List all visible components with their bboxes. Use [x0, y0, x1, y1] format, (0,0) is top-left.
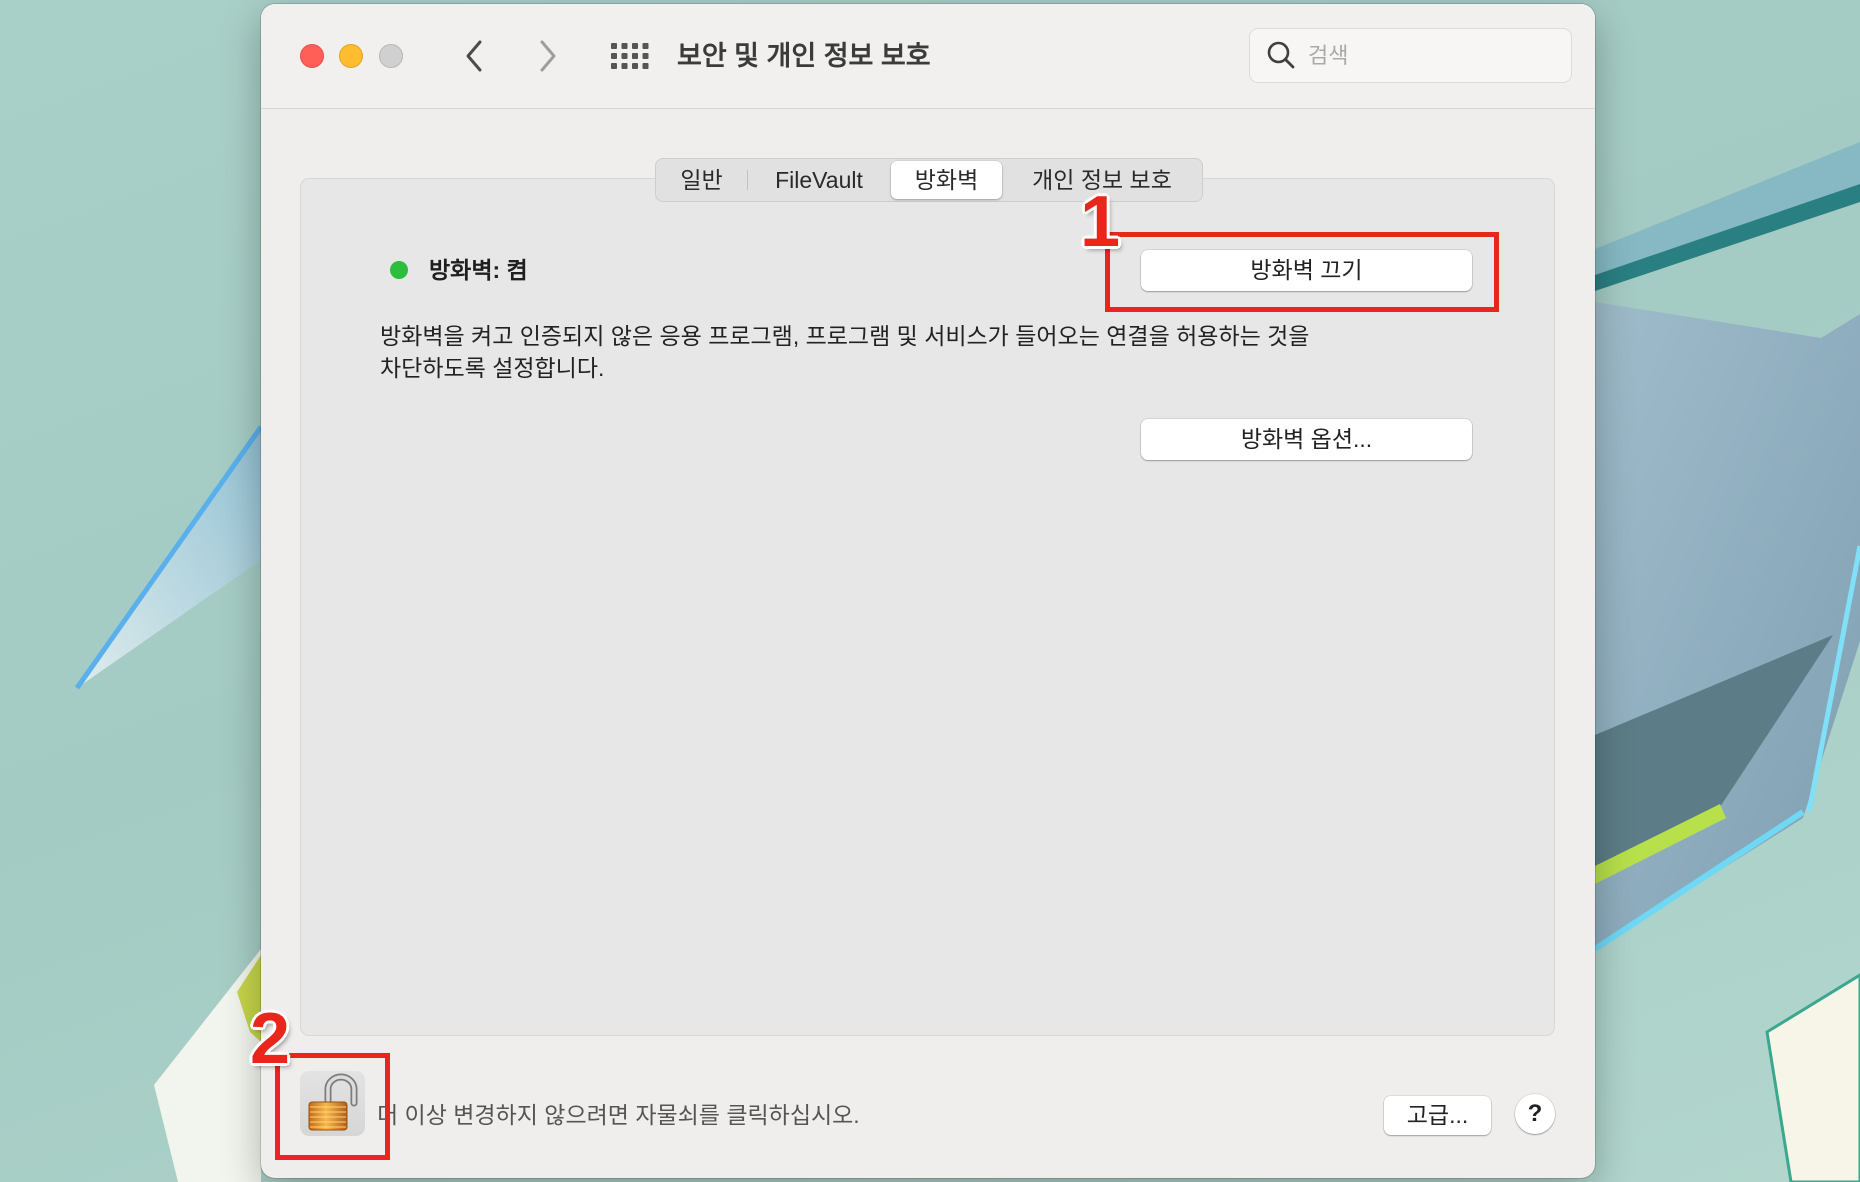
- window-title: 보안 및 개인 정보 보호: [677, 41, 931, 71]
- wallpaper-right-shapes: [1593, 142, 1860, 1182]
- search-field[interactable]: [1249, 28, 1572, 83]
- wallpaper-left-shapes: [74, 425, 264, 1182]
- close-button[interactable]: [300, 44, 324, 68]
- advanced-button[interactable]: 고급...: [1384, 1096, 1491, 1135]
- description-line: 차단하도록 설정합니다.: [380, 355, 605, 381]
- preferences-window: 보안 및 개인 정보 보호 일반 FileVault 방화벽 개인 정보 보호 …: [261, 4, 1595, 1178]
- search-icon: [1267, 41, 1295, 69]
- description-line: 방화벽을 켜고 인증되지 않은 응용 프로그램, 프로그램 및 서비스가 들어오…: [380, 323, 1310, 349]
- tab-general[interactable]: 일반: [656, 159, 747, 201]
- firewall-options-button[interactable]: 방화벽 옵션...: [1141, 419, 1472, 460]
- annotation-number-1: 1: [1079, 182, 1121, 262]
- firewall-status-indicator: [390, 261, 408, 279]
- tab-separator: [747, 170, 748, 190]
- tab-firewall[interactable]: 방화벽: [891, 161, 1002, 199]
- annotation-box-1: [1105, 232, 1499, 312]
- help-button[interactable]: ?: [1515, 1094, 1555, 1134]
- title-bar: 보안 및 개인 정보 보호: [261, 4, 1595, 109]
- annotation-number-2: 2: [249, 999, 291, 1079]
- firewall-status-label: 방화벽: 켬: [429, 257, 528, 283]
- forward-chevron-icon[interactable]: [537, 39, 559, 73]
- lock-hint-text: 더 이상 변경하지 않으려면 자물쇠를 클릭하십시오.: [377, 1102, 860, 1128]
- show-all-grid-icon[interactable]: [611, 43, 649, 69]
- zoom-button: [379, 44, 403, 68]
- tab-filevault[interactable]: FileVault: [747, 159, 891, 201]
- back-chevron-icon[interactable]: [463, 39, 485, 73]
- firewall-description: 방화벽을 켜고 인증되지 않은 응용 프로그램, 프로그램 및 서비스가 들어오…: [380, 320, 1500, 384]
- search-input[interactable]: [1308, 29, 1558, 82]
- minimize-button[interactable]: [339, 44, 363, 68]
